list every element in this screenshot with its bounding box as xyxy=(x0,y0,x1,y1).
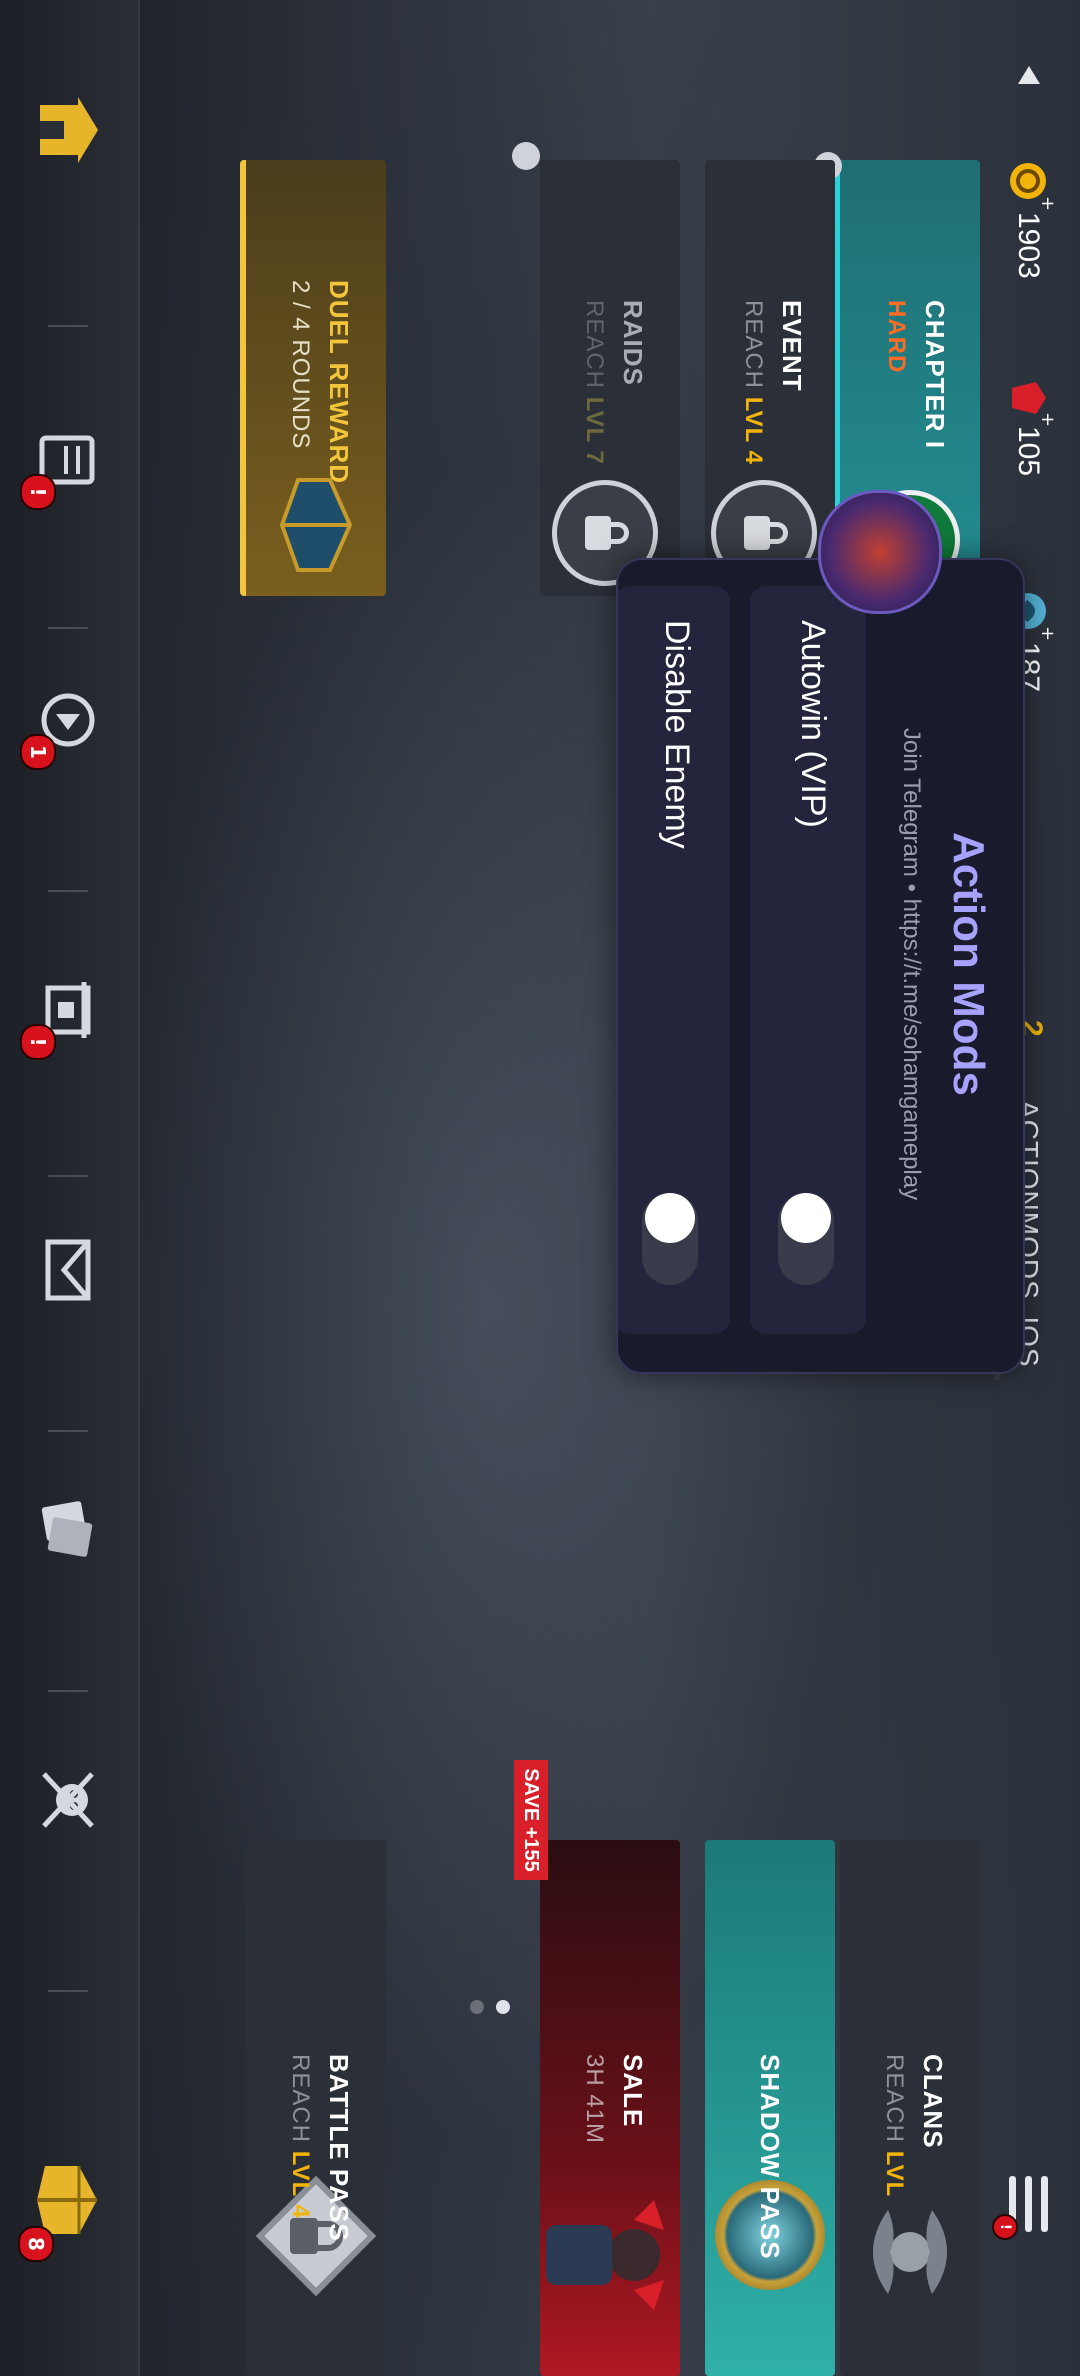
quests-badge: ! xyxy=(20,474,56,510)
sale-timer: 3H 41M xyxy=(581,2054,608,2145)
duel-reward-card[interactable]: DUEL REWARD 2 / 4 ROUNDS xyxy=(240,160,386,596)
mod-label: Disable Enemy xyxy=(658,620,696,849)
duel-progress: 2 / 4 ROUNDS xyxy=(287,280,314,450)
sale-ribbon: SAVE +155 xyxy=(514,1760,548,1880)
battle-pass-requirement: REACH LVL 4 xyxy=(286,2054,314,2219)
screen: 1903 + 105 + 187 + 2 ACTIONMODS_IOS ! CH… xyxy=(0,0,1080,2376)
event-requirement: REACH LVL 4 xyxy=(739,300,767,465)
toggle-knob xyxy=(781,1193,831,1243)
nav-fight[interactable] xyxy=(0,1740,138,1860)
autowin-toggle[interactable] xyxy=(778,1193,834,1285)
main-menu-button[interactable]: ! xyxy=(992,2170,1056,2240)
mod-avatar-icon[interactable] xyxy=(818,490,942,614)
nav-rewards[interactable]: 1 xyxy=(0,660,138,780)
raids-title: RAIDS xyxy=(618,300,648,386)
nav-store[interactable]: ! xyxy=(0,950,138,1070)
raids-requirement-prefix: REACH xyxy=(581,300,608,397)
toggle-knob xyxy=(645,1193,695,1243)
event-card[interactable]: EVENT REACH LVL 4 xyxy=(705,160,835,596)
battle-pass-card[interactable]: BATTLE PASS REACH LVL 4 xyxy=(246,1840,386,2376)
clans-requirement-prefix: REACH xyxy=(881,2054,908,2151)
cards-icon xyxy=(41,1501,93,1557)
battle-pass-requirement-prefix: REACH xyxy=(287,2054,314,2151)
mod-menu-scroll-area[interactable]: Autowin (VIP) Disable Enemy xyxy=(618,560,878,1368)
carousel-dot[interactable] xyxy=(470,2000,484,2014)
gem-value: 105 xyxy=(1012,426,1045,477)
clans-emblem-icon xyxy=(858,2200,962,2304)
add-coin-icon[interactable]: + xyxy=(1037,196,1058,211)
raids-small-lock-icon xyxy=(512,142,540,170)
nav-separator xyxy=(48,1430,88,1432)
gem-currency[interactable]: 105 + xyxy=(1004,380,1058,530)
nav-separator xyxy=(48,890,88,892)
event-requirement-prefix: REACH xyxy=(740,300,767,397)
clans-requirement-level: LVL xyxy=(881,2150,908,2198)
coin-value: 1903 xyxy=(1012,212,1045,279)
mod-menu-subtitle[interactable]: Join Telegram • https://t.me/sohamgamepl… xyxy=(897,560,925,1368)
mod-row-disable-enemy: Disable Enemy xyxy=(618,560,730,1368)
sale-card[interactable]: SALE 3H 41M xyxy=(540,1840,680,2376)
menu-alert-badge: ! xyxy=(992,2214,1018,2240)
bottom-nav-bar: ! 1 ! 8 xyxy=(0,0,140,2376)
disable-enemy-toggle[interactable] xyxy=(642,1193,698,1285)
sale-character-art xyxy=(544,2170,674,2340)
mail-icon xyxy=(45,1239,91,1301)
clans-requirement: REACH LVL xyxy=(880,2054,908,2197)
carousel-dot-active[interactable] xyxy=(496,2000,510,2014)
chapter-title: CHAPTER I xyxy=(920,300,950,450)
dojo-icon xyxy=(40,97,98,163)
sale-title: SALE xyxy=(618,2054,648,2128)
nav-separator xyxy=(48,1175,88,1177)
clans-title: CLANS xyxy=(918,2054,948,2149)
nav-separator xyxy=(48,1990,88,1992)
clans-card[interactable]: CLANS REACH LVL xyxy=(840,1840,980,2376)
battle-pass-title: BATTLE PASS xyxy=(324,2054,354,2242)
shadow-pass-card[interactable]: SHADOW PASS xyxy=(705,1840,835,2376)
coin-currency[interactable]: 1903 + xyxy=(1004,160,1058,330)
rewards-badge: 1 xyxy=(20,734,56,770)
raids-requirement: REACH LVL 7 xyxy=(580,300,608,465)
back-arrow-icon[interactable] xyxy=(1014,58,1044,88)
landscape-view: 1903 + 105 + 187 + 2 ACTIONMODS_IOS ! CH… xyxy=(0,0,1080,2376)
mod-row-autowin: Autowin (VIP) xyxy=(750,560,866,1368)
add-gem-icon[interactable]: + xyxy=(1037,412,1058,427)
event-title: EVENT xyxy=(777,300,807,392)
chest-badge: 8 xyxy=(18,2226,54,2262)
nav-cards[interactable] xyxy=(0,1470,138,1590)
chapter-difficulty: HARD xyxy=(883,300,910,374)
duel-title: DUEL REWARD xyxy=(324,280,354,485)
raids-requirement-level: LVL 7 xyxy=(581,396,608,465)
store-badge: ! xyxy=(20,1024,56,1060)
nav-mail[interactable] xyxy=(0,1210,138,1330)
duel-chest-icon xyxy=(279,470,360,580)
battle-pass-requirement-level: LVL 4 xyxy=(287,2150,314,2219)
gem-icon xyxy=(1012,382,1046,414)
add-energy-icon[interactable]: + xyxy=(1037,626,1058,641)
event-requirement-level: LVL 4 xyxy=(740,396,767,465)
battle-pass-lock-icon xyxy=(255,2175,377,2297)
nav-chest[interactable]: 8 xyxy=(0,2130,138,2270)
raids-card[interactable]: RAIDS REACH LVL 7 xyxy=(540,160,680,596)
nav-separator xyxy=(48,325,88,327)
sale-ribbon-text: SAVE +155 xyxy=(520,1768,543,1872)
shadow-pass-title: SHADOW PASS xyxy=(755,2054,785,2260)
mod-label: Autowin (VIP) xyxy=(794,620,832,828)
nav-quests[interactable]: ! xyxy=(0,400,138,520)
nav-separator xyxy=(48,627,88,629)
mod-menu-panel[interactable]: Action Mods Join Telegram • https://t.me… xyxy=(616,558,1025,1374)
nav-separator xyxy=(48,1690,88,1692)
mod-menu-title: Action Mods xyxy=(944,832,993,1096)
nav-dojo[interactable] xyxy=(0,70,138,190)
skull-crossbones-icon xyxy=(42,1772,94,1828)
